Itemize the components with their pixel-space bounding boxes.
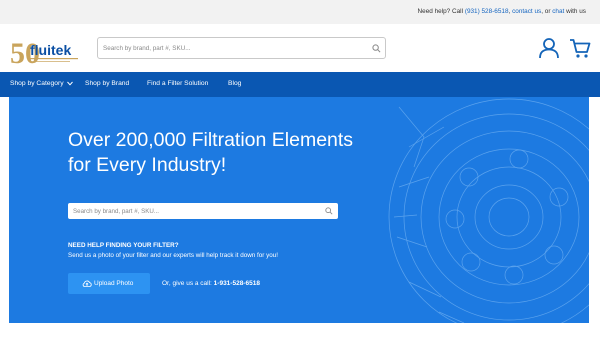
cart-icon[interactable]	[569, 37, 591, 59]
logo-underline	[30, 58, 78, 60]
upload-photo-label: Upload Photo	[94, 280, 134, 287]
search-icon[interactable]	[372, 44, 381, 53]
header-search-input[interactable]	[103, 42, 363, 55]
call-phone-link[interactable]: 1-931-528-6518	[214, 280, 260, 287]
chevron-down-icon	[66, 81, 73, 86]
search-icon[interactable]	[325, 207, 333, 215]
hero-title-line1: Over 200,000 Filtration Elements	[68, 129, 354, 151]
logo-wordmark: fluitek	[30, 42, 71, 58]
chat-link[interactable]: chat	[552, 8, 564, 15]
hero-title-line2: for Every Industry!	[68, 154, 227, 176]
call-prefix: Or, give us a call:	[162, 280, 212, 287]
logo-tagline-bar	[30, 61, 70, 62]
upload-photo-button[interactable]: Upload Photo	[68, 273, 150, 294]
header-search-box[interactable]	[97, 37, 386, 59]
call-us-text: Or, give us a call: 1-931-528-6518	[162, 280, 260, 287]
top-utility-bar: Need help? Call (931) 528-6518, contact …	[0, 0, 600, 24]
nav-find-filter-solution[interactable]: Find a Filter Solution	[147, 80, 208, 87]
nav-blog[interactable]: Blog	[228, 80, 241, 87]
help-line: Need help? Call (931) 528-6518, contact …	[418, 8, 586, 15]
nav-label: Shop by Brand	[85, 80, 130, 87]
fluitek-logo-mark: 50 fluitek	[10, 37, 78, 67]
site-header: 50 fluitek	[0, 24, 600, 72]
hero-search-box[interactable]	[68, 203, 338, 219]
filter-wheel-illustration	[388, 98, 589, 323]
nav-label: Find a Filter Solution	[147, 80, 209, 87]
phone-link[interactable]: (931) 528-6518	[465, 8, 509, 15]
nav-label: Shop by Category	[10, 80, 64, 87]
need-help-heading: NEED HELP FINDING YOUR FILTER?	[68, 242, 179, 249]
help-or: , or	[541, 8, 551, 15]
nav-shop-by-brand[interactable]: Shop by Brand	[85, 80, 129, 87]
main-nav: Shop by Category Shop by Brand Find a Fi…	[0, 72, 600, 97]
hero-banner: Over 200,000 Filtration Elements for Eve…	[9, 97, 589, 323]
help-with-us: with us	[566, 8, 586, 15]
contact-us-link[interactable]: contact us	[512, 8, 541, 15]
help-label: Need help? Call	[417, 8, 464, 15]
help-comma: ,	[508, 8, 511, 15]
nav-shop-by-category[interactable]: Shop by Category	[10, 80, 73, 87]
cloud-upload-icon	[82, 280, 92, 287]
account-icon[interactable]	[538, 37, 560, 59]
hero-title: Over 200,000 Filtration Elements for Eve…	[68, 128, 398, 178]
nav-label: Blog	[228, 80, 242, 87]
send-photo-text: Send us a photo of your filter and our e…	[68, 252, 279, 259]
fluitek-logo[interactable]: 50 fluitek	[10, 35, 82, 67]
hero-search-input[interactable]	[73, 205, 318, 217]
